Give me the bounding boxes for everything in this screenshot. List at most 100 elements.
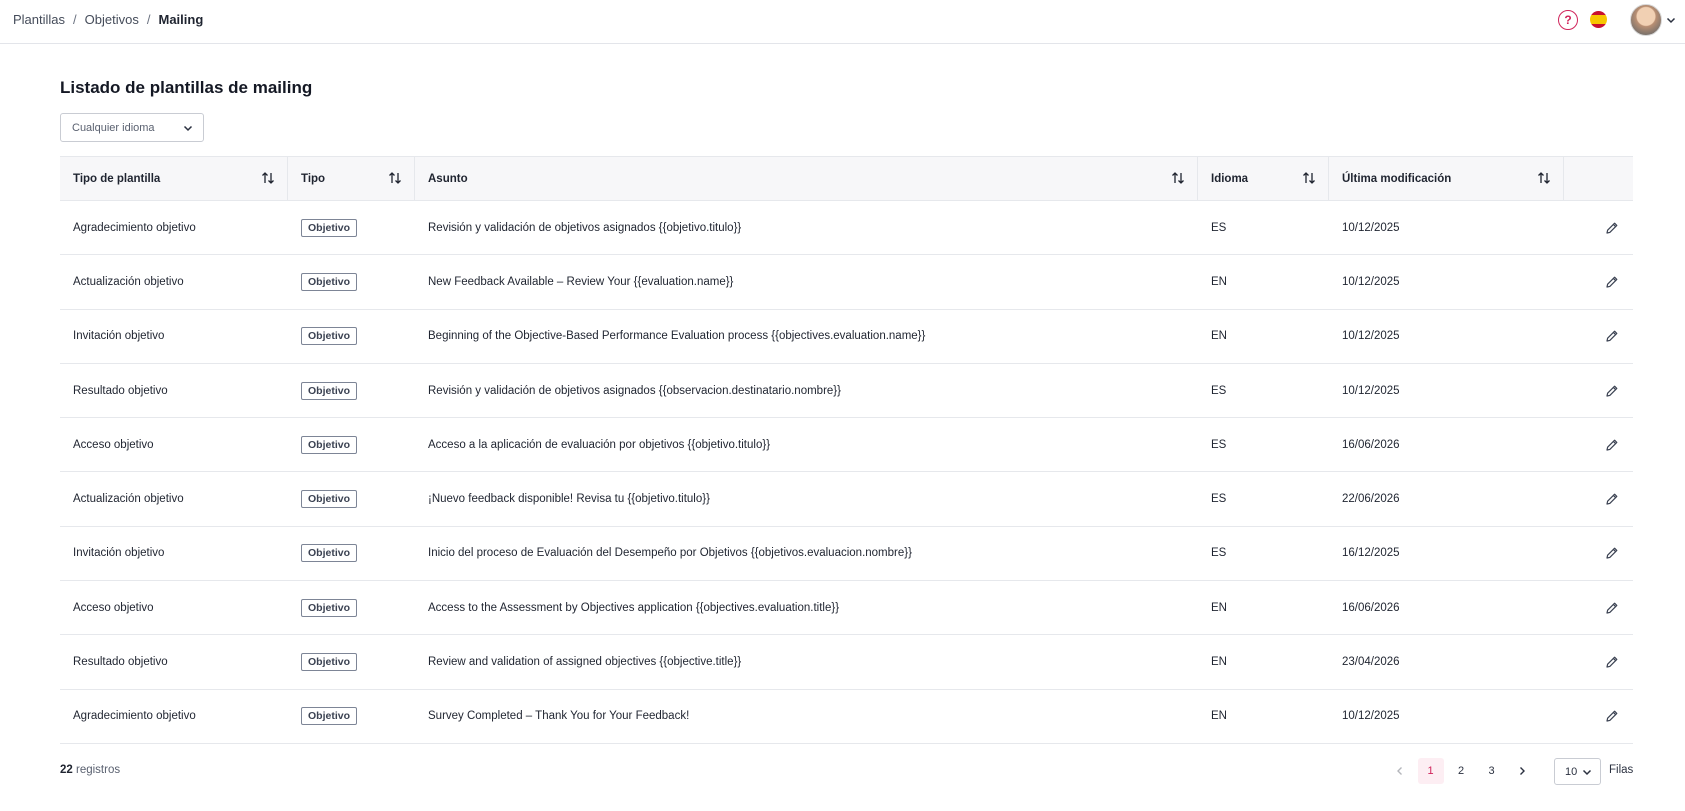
table-body: Agradecimiento objetivo Objetivo Revisió… bbox=[60, 201, 1633, 744]
cell-idioma: ES bbox=[1211, 438, 1227, 451]
edit-pencil-icon[interactable] bbox=[1605, 438, 1619, 452]
column-header-actions bbox=[1564, 157, 1633, 200]
edit-pencil-icon[interactable] bbox=[1605, 709, 1619, 723]
prev-page-button[interactable] bbox=[1387, 758, 1413, 784]
sort-icon[interactable] bbox=[388, 171, 402, 185]
breadcrumb: Plantillas / Objetivos / Mailing bbox=[13, 12, 203, 27]
cell-fecha: 10/12/2025 bbox=[1342, 384, 1400, 397]
cell-idioma: ES bbox=[1211, 493, 1227, 506]
cell-idioma: ES bbox=[1211, 384, 1227, 397]
table-row: Resultado objetivo Objetivo Revisión y v… bbox=[60, 364, 1633, 419]
cell-fecha: 16/06/2026 bbox=[1342, 601, 1400, 614]
table-row: Acceso objetivo Objetivo Acceso a la apl… bbox=[60, 418, 1633, 473]
cell-idioma: EN bbox=[1211, 601, 1227, 614]
edit-pencil-icon[interactable] bbox=[1605, 275, 1619, 289]
cell-asunto: New Feedback Available – Review Your {{e… bbox=[428, 275, 734, 288]
spain-flag-icon[interactable] bbox=[1590, 11, 1607, 28]
column-header-asunto[interactable]: Asunto bbox=[415, 157, 1198, 200]
column-header-ultima-modificacion[interactable]: Última modificación bbox=[1329, 157, 1564, 200]
top-bar: Plantillas / Objetivos / Mailing ? bbox=[0, 0, 1685, 44]
table-row: Invitación objetivo Objetivo Beginning o… bbox=[60, 310, 1633, 364]
cell-idioma: EN bbox=[1211, 710, 1227, 723]
edit-pencil-icon[interactable] bbox=[1605, 546, 1619, 560]
next-page-button[interactable] bbox=[1509, 758, 1535, 784]
cell-fecha: 23/04/2026 bbox=[1342, 656, 1400, 669]
column-header-tipo-plantilla[interactable]: Tipo de plantilla bbox=[60, 157, 288, 200]
type-badge: Objetivo bbox=[301, 272, 358, 291]
sort-icon[interactable] bbox=[1171, 171, 1185, 185]
cell-idioma: EN bbox=[1211, 330, 1227, 343]
breadcrumb-plantillas[interactable]: Plantillas bbox=[13, 12, 65, 27]
breadcrumb-objetivos[interactable]: Objetivos bbox=[85, 12, 139, 27]
table-row: Acceso objetivo Objetivo Access to the A… bbox=[60, 581, 1633, 636]
cell-idioma: EN bbox=[1211, 275, 1227, 288]
cell-tipo-plantilla: Resultado objetivo bbox=[73, 384, 168, 397]
edit-pencil-icon[interactable] bbox=[1605, 492, 1619, 506]
cell-idioma: ES bbox=[1211, 221, 1227, 234]
records-count-number: 22 bbox=[60, 764, 73, 776]
cell-fecha: 16/12/2025 bbox=[1342, 547, 1400, 560]
page-title: Listado de plantillas de mailing bbox=[60, 78, 313, 97]
records-count: 22 registros bbox=[60, 764, 120, 776]
breadcrumb-current: Mailing bbox=[158, 12, 204, 27]
column-header-tipo[interactable]: Tipo bbox=[288, 157, 415, 200]
sort-icon[interactable] bbox=[1537, 171, 1551, 185]
user-menu[interactable] bbox=[1630, 3, 1680, 37]
page-button-3[interactable]: 3 bbox=[1479, 758, 1505, 784]
sort-icon[interactable] bbox=[261, 171, 275, 185]
edit-pencil-icon[interactable] bbox=[1605, 384, 1619, 398]
cell-asunto: Beginning of the Objective-Based Perform… bbox=[428, 330, 926, 343]
page-button-2[interactable]: 2 bbox=[1448, 758, 1474, 784]
cell-asunto: Access to the Assessment by Objectives a… bbox=[428, 601, 840, 614]
chevron-right-icon bbox=[1520, 767, 1525, 775]
breadcrumb-separator: / bbox=[73, 12, 77, 27]
edit-pencil-icon[interactable] bbox=[1605, 655, 1619, 669]
cell-asunto: Inicio del proceso de Evaluación del Des… bbox=[428, 547, 912, 560]
cell-fecha: 10/12/2025 bbox=[1342, 221, 1400, 234]
type-badge: Objetivo bbox=[301, 381, 358, 400]
language-filter-select[interactable]: Cualquier idioma bbox=[60, 113, 204, 142]
cell-idioma: ES bbox=[1211, 547, 1227, 560]
templates-table: Tipo de plantilla Tipo Asunto Idioma Últ… bbox=[60, 156, 1633, 744]
page-button-1[interactable]: 1 bbox=[1417, 758, 1444, 784]
cell-tipo-plantilla: Actualización objetivo bbox=[73, 275, 184, 288]
type-badge: Objetivo bbox=[301, 490, 358, 509]
chevron-down-icon bbox=[1582, 769, 1592, 776]
cell-fecha: 16/06/2026 bbox=[1342, 438, 1400, 451]
pagination: 1 2 3 bbox=[1387, 758, 1540, 784]
table-row: Agradecimiento objetivo Objetivo Survey … bbox=[60, 690, 1633, 744]
chevron-down-icon bbox=[1666, 17, 1676, 24]
edit-pencil-icon[interactable] bbox=[1605, 221, 1619, 235]
cell-fecha: 10/12/2025 bbox=[1342, 275, 1400, 288]
cell-tipo-plantilla: Invitación objetivo bbox=[73, 547, 165, 560]
cell-asunto: ¡Nuevo feedback disponible! Revisa tu {{… bbox=[428, 493, 710, 506]
rows-per-page-select[interactable]: 10 bbox=[1554, 758, 1601, 785]
rows-per-page-label: Filas bbox=[1609, 764, 1634, 776]
language-filter-value: Cualquier idioma bbox=[72, 121, 155, 134]
column-header-idioma[interactable]: Idioma bbox=[1198, 157, 1329, 200]
table-row: Agradecimiento objetivo Objetivo Revisió… bbox=[60, 201, 1633, 256]
rows-per-page-value: 10 bbox=[1565, 765, 1578, 778]
cell-tipo-plantilla: Agradecimiento objetivo bbox=[73, 710, 196, 723]
table-row: Actualización objetivo Objetivo ¡Nuevo f… bbox=[60, 472, 1633, 527]
type-badge: Objetivo bbox=[301, 598, 358, 617]
table-header: Tipo de plantilla Tipo Asunto Idioma Últ… bbox=[60, 156, 1633, 201]
type-badge: Objetivo bbox=[301, 707, 358, 726]
cell-tipo-plantilla: Agradecimiento objetivo bbox=[73, 221, 196, 234]
chevron-left-icon bbox=[1397, 767, 1402, 775]
type-badge: Objetivo bbox=[301, 653, 358, 672]
records-count-label: registros bbox=[76, 764, 121, 776]
cell-tipo-plantilla: Resultado objetivo bbox=[73, 656, 168, 669]
type-badge: Objetivo bbox=[301, 218, 358, 237]
edit-pencil-icon[interactable] bbox=[1605, 329, 1619, 343]
cell-asunto: Revisión y validación de objetivos asign… bbox=[428, 221, 742, 234]
type-badge: Objetivo bbox=[301, 435, 358, 454]
edit-pencil-icon[interactable] bbox=[1605, 601, 1619, 615]
cell-asunto: Review and validation of assigned object… bbox=[428, 656, 742, 669]
cell-tipo-plantilla: Acceso objetivo bbox=[73, 438, 154, 451]
avatar[interactable] bbox=[1630, 4, 1662, 36]
help-icon[interactable]: ? bbox=[1558, 10, 1578, 30]
cell-fecha: 10/12/2025 bbox=[1342, 330, 1400, 343]
table-row: Invitación objetivo Objetivo Inicio del … bbox=[60, 527, 1633, 582]
sort-icon[interactable] bbox=[1302, 171, 1316, 185]
